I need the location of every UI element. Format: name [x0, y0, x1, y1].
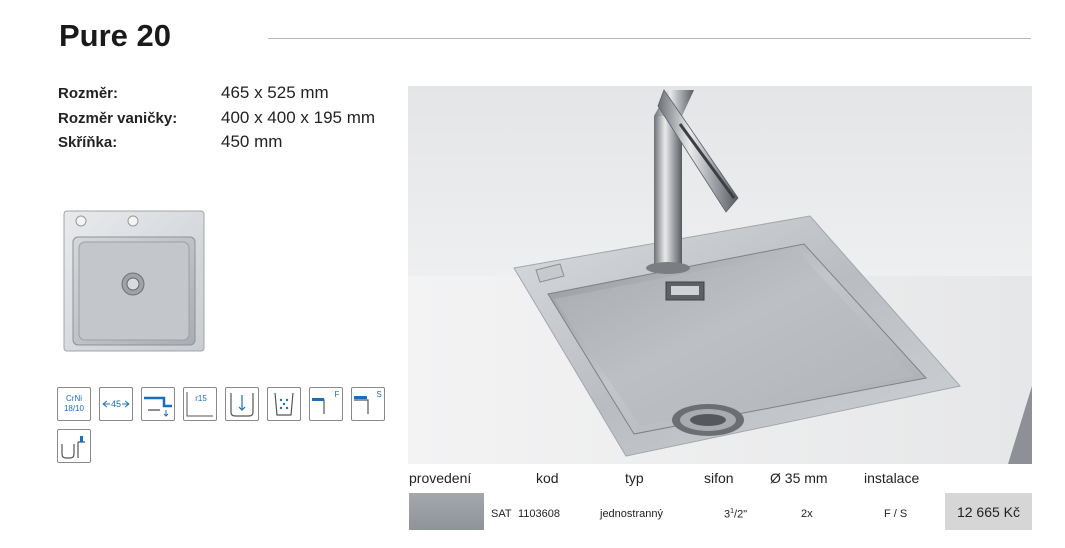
overflow-icon	[141, 387, 175, 421]
surface-mount-icon: S	[351, 387, 385, 421]
radius-r15-icon: r15	[183, 387, 217, 421]
spec-value-cabinet: 450 mm	[221, 132, 283, 151]
col-header-code: kod	[536, 470, 559, 486]
flush-mount-icon: F	[309, 387, 343, 421]
spec-label-cabinet: Skříňka:	[58, 134, 118, 151]
svg-text:r15: r15	[195, 394, 207, 403]
col-header-installation: instalace	[864, 470, 920, 486]
cell-siphon: 31/2"	[724, 508, 748, 521]
product-title: Pure 20	[59, 18, 172, 53]
cabinet-45-icon: 45	[99, 387, 133, 421]
cell-code: 1103608	[518, 508, 561, 520]
svg-text:18/10: 18/10	[64, 404, 85, 413]
spec-label-size: Rozměr:	[58, 85, 119, 102]
material-crni-icon: CrNi 18/10	[57, 387, 91, 421]
spec-label-bowl: Rozměr vaničky:	[58, 110, 178, 127]
cell-type: jednostranný	[600, 508, 663, 520]
price-badge: 12 665 Kč	[945, 493, 1032, 530]
cell-finish: SAT	[491, 508, 512, 520]
cell-installation: F / S	[884, 508, 908, 520]
sink-top-view-image	[63, 210, 205, 352]
cell-holes: 2x	[801, 508, 813, 520]
bowl-depth-icon	[225, 387, 259, 421]
col-header-type: typ	[625, 470, 644, 486]
sink-product-photo	[408, 86, 1032, 464]
col-header-holes: Ø 35 mm	[770, 470, 828, 486]
spec-value-bowl: 400 x 400 x 195 mm	[221, 108, 376, 127]
col-header-siphon: sifon	[704, 470, 734, 486]
strainer-icon	[267, 387, 301, 421]
spec-value-size: 465 x 525 mm	[221, 83, 329, 102]
finish-color-swatch	[409, 493, 484, 530]
svg-text:CrNi: CrNi	[66, 394, 82, 403]
tap-hole-icon	[57, 429, 91, 463]
svg-text:F: F	[335, 390, 340, 399]
col-header-finish: provedení	[409, 470, 472, 486]
svg-text:45: 45	[111, 399, 121, 409]
svg-text:S: S	[376, 390, 381, 399]
title-divider	[268, 38, 1031, 39]
